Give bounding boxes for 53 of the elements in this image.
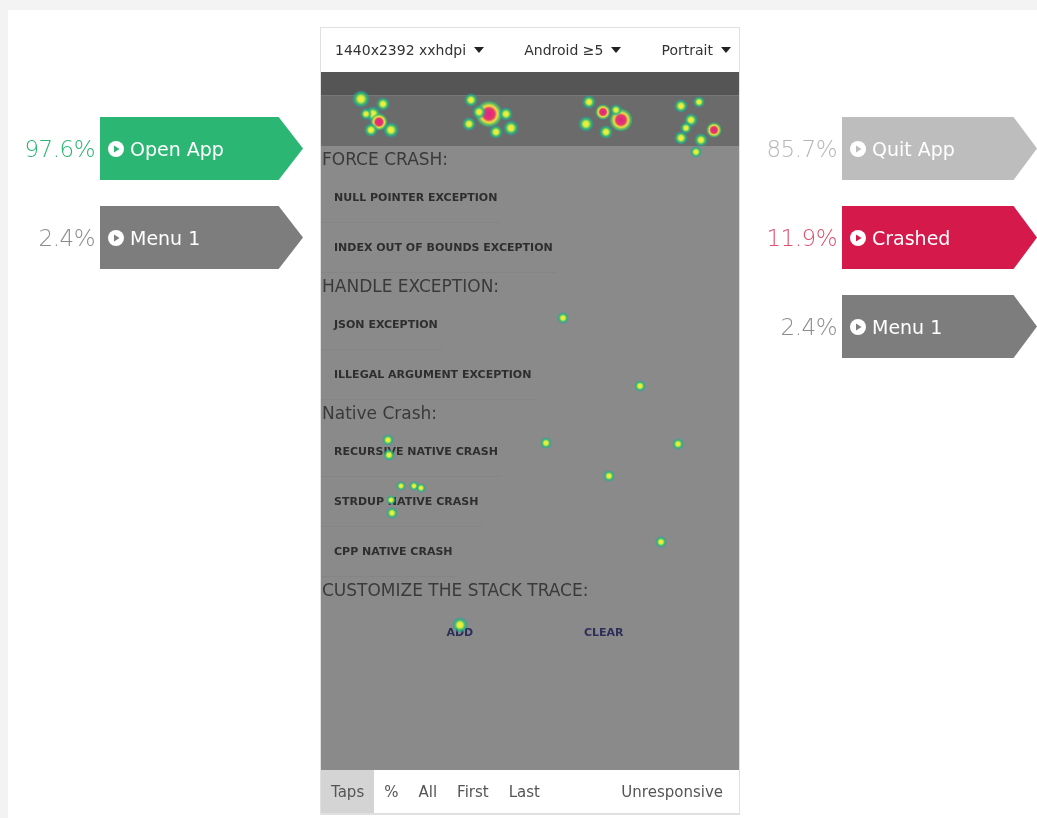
dropdown[interactable]: Android ≥5 <box>524 41 622 58</box>
percentage: 11.9% <box>766 224 837 251</box>
play-circle-icon <box>850 229 866 246</box>
percentage: 97.6% <box>24 135 95 162</box>
heatmap-spot <box>693 95 705 108</box>
heatmap-spot <box>694 132 708 147</box>
play-circle-icon <box>108 229 124 246</box>
section-heading: HANDLE EXCEPTION: <box>321 274 500 298</box>
heatmap-spot <box>680 121 692 134</box>
heatmap-spot <box>655 535 667 548</box>
heatmap-spot <box>364 122 378 137</box>
app-list-item: JSON EXCEPTION <box>321 299 442 350</box>
heatmap-spot <box>582 94 596 109</box>
heatmap-spot <box>382 433 394 446</box>
heatmap-spot <box>416 482 426 493</box>
app-list-item: NULL POINTER EXCEPTION <box>321 172 502 223</box>
app-list-item: CPP NATIVE CRASH <box>321 526 457 577</box>
section-heading: Native Crash: <box>321 401 438 425</box>
section-heading: CUSTOMIZE THE STACK TRACE: <box>321 578 589 602</box>
view-tab[interactable]: Taps <box>321 770 375 813</box>
heatmap-spot <box>674 130 688 145</box>
heatmap-spot <box>634 379 646 392</box>
heatmap-spot <box>376 96 390 111</box>
caret-icon <box>721 46 731 53</box>
heatmap-spot <box>557 311 569 324</box>
dropdown[interactable]: 1440x2392 xxhdpi <box>335 41 485 58</box>
percentage: 2.4% <box>780 313 837 340</box>
step-arrow-button[interactable]: Crashed <box>842 206 1037 269</box>
app-button-label: ADD <box>446 625 474 639</box>
step-arrow-button[interactable]: Menu 1 <box>100 206 303 269</box>
app-list-item: ILLEGAL ARGUMENT EXCEPTION <box>321 349 536 400</box>
dropdown[interactable]: Portrait <box>661 41 731 58</box>
heatmap-spot <box>540 436 552 449</box>
heatmap-spot <box>578 115 594 132</box>
heatmap-spot <box>672 437 684 450</box>
play-circle-icon <box>108 140 124 157</box>
app-list-item: INDEX OUT OF BOUNDS EXCEPTION <box>321 222 557 273</box>
percentage: 2.4% <box>38 224 95 251</box>
caret-icon <box>474 46 485 53</box>
heatmap-spot <box>674 98 688 113</box>
heatmap-spot <box>383 121 399 138</box>
play-circle-icon <box>850 318 866 335</box>
heatmap-spot <box>603 469 615 482</box>
app-button-label: CLEAR <box>584 625 624 639</box>
heatmap-spot <box>386 506 398 519</box>
heatmap-spot <box>396 480 406 491</box>
section-heading: FORCE CRASH: <box>321 147 449 171</box>
percentage: 85.7% <box>766 135 837 162</box>
caret-icon <box>611 46 622 53</box>
heatmap-spot <box>706 121 722 138</box>
heatmap-spot <box>690 145 702 158</box>
step-arrow-button[interactable]: Menu 1 <box>842 295 1037 358</box>
play-circle-icon <box>850 140 866 157</box>
